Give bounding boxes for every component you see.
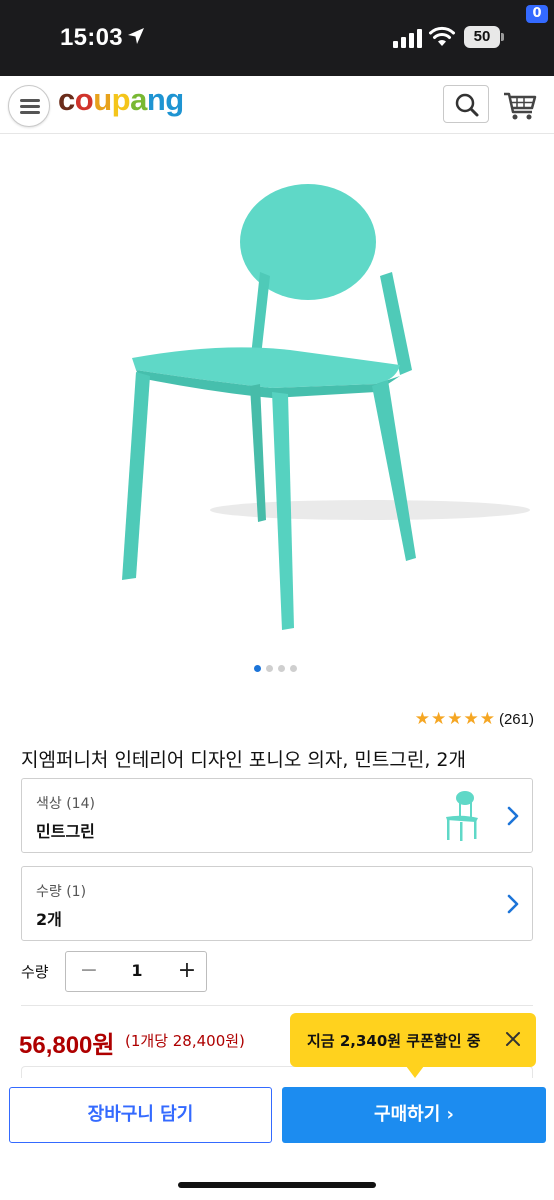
content-card-edge xyxy=(21,1066,533,1078)
rating-stars: ★★★★★ xyxy=(414,709,495,729)
product-image-chair[interactable] xyxy=(100,180,540,640)
quantity-option-value: 2개 xyxy=(36,910,62,929)
close-icon[interactable] xyxy=(502,1028,524,1050)
color-option-label: 색상 (14) xyxy=(36,796,95,812)
search-button[interactable] xyxy=(443,85,489,123)
gallery-dot[interactable] xyxy=(266,665,273,672)
star-icon: ★ xyxy=(447,709,463,729)
gallery-dot[interactable] xyxy=(254,665,261,672)
quantity-stepper: − 1 + xyxy=(65,951,207,992)
app-header: coupang xyxy=(0,76,554,134)
quantity-option-label: 수량 (1) xyxy=(36,884,87,900)
product-rating[interactable]: ★★★★★ (261) xyxy=(414,708,534,730)
gallery-pagination[interactable] xyxy=(254,665,304,673)
coupon-tooltip-pointer xyxy=(406,1066,424,1078)
cellular-signal-icon xyxy=(393,29,422,48)
logo-letter: a xyxy=(130,82,147,117)
logo-letter: c xyxy=(58,82,75,117)
logo-letter: n xyxy=(146,82,166,117)
cart-button[interactable] xyxy=(496,85,542,123)
logo-letter: p xyxy=(111,82,131,117)
hamburger-icon-line xyxy=(20,105,40,108)
hamburger-icon-line xyxy=(20,99,40,102)
search-icon xyxy=(455,93,479,117)
color-option-value: 민트그린 xyxy=(36,822,95,841)
quantity-value[interactable]: 1 xyxy=(110,961,164,980)
color-option-selector[interactable]: 색상 (14) 민트그린 xyxy=(21,778,533,853)
star-icon: ★ xyxy=(414,709,430,729)
coupon-discount-text: 지금 2,340원 쿠폰할인 중 xyxy=(307,1032,481,1050)
chevron-right-icon xyxy=(507,806,519,826)
home-indicator xyxy=(178,1182,376,1188)
rating-count: (261) xyxy=(498,710,534,728)
color-option-thumbnail xyxy=(446,791,478,841)
star-icon: ★ xyxy=(479,709,495,729)
product-title: 지엠퍼니처 인테리어 디자인 포니오 의자, 민트그린, 2개 xyxy=(21,749,466,771)
battery-tip xyxy=(501,33,504,41)
buy-now-button[interactable]: 구매하기 › xyxy=(282,1087,546,1143)
battery-level: 50 xyxy=(464,26,500,48)
gallery-dot[interactable] xyxy=(290,665,297,672)
wifi-icon xyxy=(429,26,455,46)
quantity-increment-button[interactable]: + xyxy=(176,959,198,983)
star-icon: ★ xyxy=(430,709,447,729)
cart-count-badge: 0 xyxy=(526,5,548,23)
total-price: 56,800원 xyxy=(19,1032,115,1059)
status-bar: 15:03 50 xyxy=(0,0,554,76)
status-time: 15:03 xyxy=(60,24,123,51)
coupon-discount-tooltip[interactable]: 지금 2,340원 쿠폰할인 중 xyxy=(290,1013,536,1067)
coupang-logo[interactable]: coupang xyxy=(58,82,184,118)
bottom-action-bar: 장바구니 담기 구매하기 › xyxy=(0,1078,554,1200)
add-to-cart-button[interactable]: 장바구니 담기 xyxy=(9,1087,272,1143)
quantity-label: 수량 xyxy=(21,963,49,981)
chevron-right-icon xyxy=(507,894,519,914)
menu-button[interactable] xyxy=(8,85,50,127)
cart-icon xyxy=(504,92,537,120)
hamburger-icon-line xyxy=(20,111,40,114)
star-icon: ★ xyxy=(463,709,479,729)
unit-price: (1개당 28,400원) xyxy=(125,1032,245,1050)
logo-letter: g xyxy=(165,82,184,117)
logo-letter: u xyxy=(93,82,112,117)
section-divider xyxy=(21,1005,533,1006)
logo-letter: o xyxy=(74,82,94,117)
battery-indicator: 50 xyxy=(464,26,504,48)
quantity-option-selector[interactable]: 수량 (1) 2개 xyxy=(21,866,533,941)
gallery-dot[interactable] xyxy=(278,665,285,672)
quantity-decrement-button[interactable]: − xyxy=(78,959,100,983)
location-arrow-icon xyxy=(128,28,144,44)
